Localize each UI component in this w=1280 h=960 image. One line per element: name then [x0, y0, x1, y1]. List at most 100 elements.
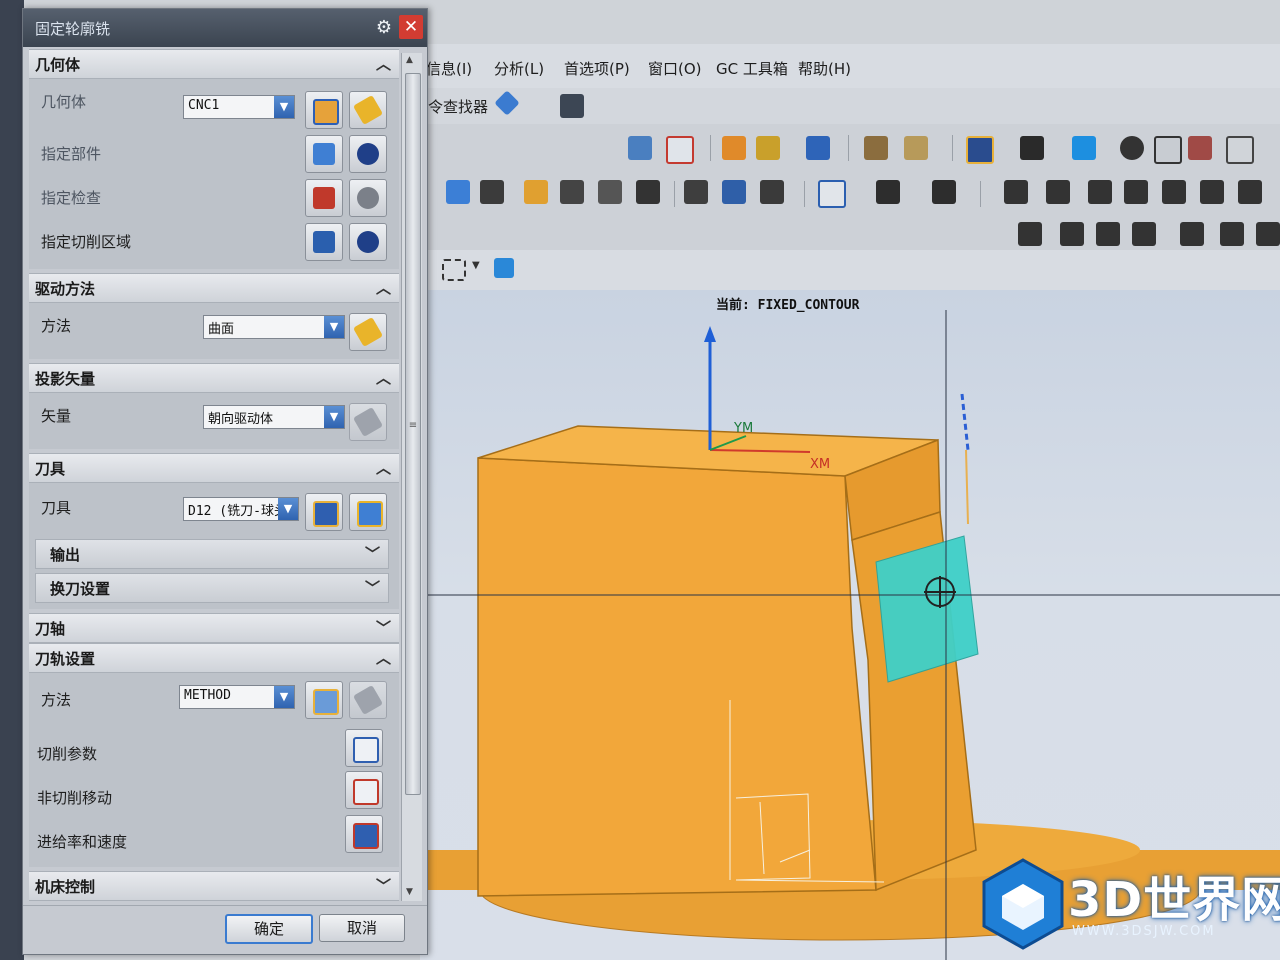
- geometry-dropdown[interactable]: CNC1 ▼: [183, 95, 295, 119]
- scroll-down-icon[interactable]: ▼: [406, 887, 413, 897]
- new-geometry-button[interactable]: [305, 91, 343, 129]
- feature-icon-5[interactable]: [1162, 180, 1186, 204]
- edit-object-icon[interactable]: [684, 180, 708, 204]
- tool-dropdown[interactable]: D12 (铣刀-球头铣 ▼: [183, 497, 299, 521]
- menu-help[interactable]: 帮助(H): [798, 58, 851, 79]
- section-path-settings-header[interactable]: 刀轨设置 ︿: [29, 643, 399, 673]
- verify-icon[interactable]: [806, 136, 830, 160]
- report-icon[interactable]: [1256, 222, 1280, 246]
- path-method-dropdown[interactable]: METHOD ▼: [179, 685, 295, 709]
- chevron-up-icon[interactable]: ︿: [376, 647, 391, 668]
- fit-view-icon[interactable]: [966, 136, 994, 164]
- navigator-icon[interactable]: [628, 136, 652, 160]
- operation-list-icon[interactable]: [636, 180, 660, 204]
- feature-icon-7[interactable]: [1238, 180, 1262, 204]
- new-method-button[interactable]: [305, 681, 343, 719]
- wireframe-icon[interactable]: [1154, 136, 1182, 164]
- subsection-output[interactable]: 输出 ﹀: [35, 539, 389, 569]
- object-info-icon[interactable]: [722, 180, 746, 204]
- display-part-button[interactable]: [349, 135, 387, 173]
- display-check-button[interactable]: [349, 179, 387, 217]
- edit-method-button[interactable]: [349, 681, 387, 719]
- chevron-down-icon[interactable]: ﹀: [365, 543, 380, 564]
- chevron-down-icon[interactable]: ▼: [278, 498, 298, 520]
- tool-list-icon[interactable]: [1220, 222, 1244, 246]
- display-geometry-icon[interactable]: [932, 180, 956, 204]
- vector-dropdown[interactable]: 朝向驱动体 ▼: [203, 405, 345, 429]
- section-machine-control-header[interactable]: 机床控制 ﹀: [29, 871, 399, 901]
- section-icon[interactable]: [1188, 136, 1212, 160]
- section-drive-method-header[interactable]: 驱动方法 ︿: [29, 273, 399, 303]
- wcs-icon[interactable]: [666, 136, 694, 164]
- scroll-thumb[interactable]: ≡: [405, 73, 421, 795]
- chevron-up-icon[interactable]: ︿: [376, 457, 391, 478]
- shaded-icon[interactable]: [1072, 136, 1096, 160]
- menu-gc-toolbox[interactable]: GC 工具箱: [716, 58, 788, 79]
- info-icon[interactable]: [560, 94, 584, 118]
- transform-icon[interactable]: [760, 180, 784, 204]
- specify-check-button[interactable]: [305, 179, 343, 217]
- replay-icon[interactable]: [756, 136, 780, 160]
- section-geometry-header[interactable]: 几何体 ︿: [29, 49, 399, 79]
- chevron-down-icon[interactable]: ▼: [324, 316, 344, 338]
- blank-icon[interactable]: [1132, 222, 1156, 246]
- generate-icon[interactable]: [722, 136, 746, 160]
- chevron-down-icon[interactable]: ﹀: [376, 875, 391, 896]
- chevron-down-icon[interactable]: ▼: [274, 96, 294, 118]
- feeds-speeds-button[interactable]: [345, 815, 383, 853]
- close-icon[interactable]: ✕: [399, 15, 423, 39]
- flag-icon[interactable]: [1180, 222, 1204, 246]
- cancel-button[interactable]: 取消: [319, 914, 405, 942]
- command-finder-label[interactable]: 令查找器: [428, 96, 488, 117]
- chevron-down-icon[interactable]: ▼: [274, 686, 294, 708]
- edit-vector-button[interactable]: [349, 403, 387, 441]
- edit-tool-button[interactable]: [349, 493, 387, 531]
- gear-icon[interactable]: ⚙: [373, 17, 395, 39]
- check-icon[interactable]: [1018, 222, 1042, 246]
- edit-geometry-button[interactable]: [349, 91, 387, 129]
- zoom-icon[interactable]: [1020, 136, 1044, 160]
- drive-method-dropdown[interactable]: 曲面 ▼: [203, 315, 345, 339]
- hidden-edges-icon[interactable]: [1226, 136, 1254, 164]
- new-tool-button[interactable]: [305, 493, 343, 531]
- display-tool-icon[interactable]: [818, 180, 846, 208]
- display-cut-area-button[interactable]: [349, 223, 387, 261]
- display-path-icon[interactable]: [876, 180, 900, 204]
- shaded-view-icon[interactable]: [494, 258, 514, 278]
- chevron-down-icon[interactable]: ﹀: [365, 577, 380, 598]
- fixture-icon[interactable]: [1096, 222, 1120, 246]
- chevron-up-icon[interactable]: ︿: [376, 53, 391, 74]
- machine-icon[interactable]: [1060, 222, 1084, 246]
- section-tool-header[interactable]: 刀具 ︿: [29, 453, 399, 483]
- chevron-up-icon[interactable]: ︿: [376, 367, 391, 388]
- drive-surface[interactable]: [875, 535, 979, 683]
- feature-icon-1[interactable]: [1004, 180, 1028, 204]
- section-tool-axis-header[interactable]: 刀轴 ﹀: [29, 613, 399, 643]
- create-method-icon[interactable]: [560, 180, 584, 204]
- feature-icon-2[interactable]: [1046, 180, 1070, 204]
- dialog-scrollbar[interactable]: ▲ ≡ ▼: [401, 53, 422, 901]
- part-front-face[interactable]: [477, 457, 877, 897]
- feature-icon-6[interactable]: [1200, 180, 1224, 204]
- command-finder-icon[interactable]: [494, 90, 520, 116]
- edit-drive-method-button[interactable]: [349, 313, 387, 351]
- subsection-tool-change[interactable]: 换刀设置 ﹀: [35, 573, 389, 603]
- postprocess-icon[interactable]: [864, 136, 888, 160]
- create-geometry-icon[interactable]: [524, 180, 548, 204]
- shading-icon[interactable]: [1120, 136, 1144, 160]
- create-operation-icon[interactable]: [598, 180, 622, 204]
- feature-icon-4[interactable]: [1124, 180, 1148, 204]
- chevron-up-icon[interactable]: ︿: [376, 277, 391, 298]
- create-tool-icon[interactable]: [480, 180, 504, 204]
- ok-button[interactable]: 确定: [225, 914, 313, 944]
- chevron-down-icon[interactable]: ﹀: [376, 617, 391, 638]
- menu-preferences[interactable]: 首选项(P): [564, 58, 630, 79]
- menu-analysis[interactable]: 分析(L): [494, 58, 544, 79]
- non-cutting-moves-button[interactable]: [345, 771, 383, 809]
- select-box-icon[interactable]: [442, 259, 466, 281]
- chevron-down-icon[interactable]: ▼: [324, 406, 344, 428]
- section-projection-vector-header[interactable]: 投影矢量 ︿: [29, 363, 399, 393]
- dialog-titlebar[interactable]: 固定轮廓铣 ⚙ ✕: [23, 9, 427, 47]
- shop-doc-icon[interactable]: [904, 136, 928, 160]
- specify-part-button[interactable]: [305, 135, 343, 173]
